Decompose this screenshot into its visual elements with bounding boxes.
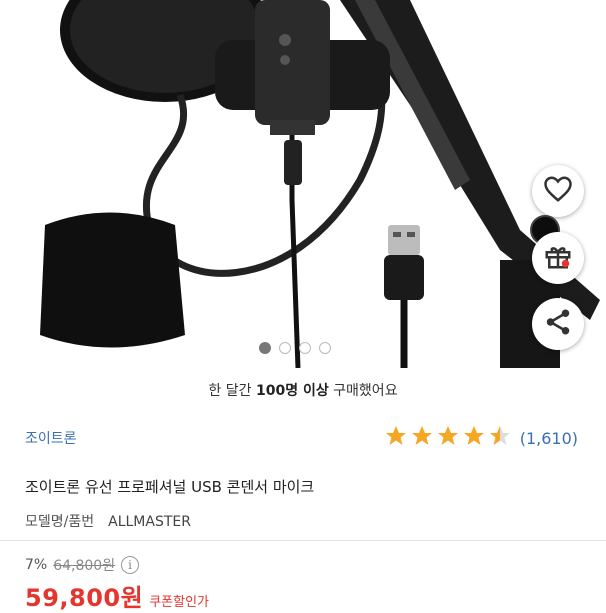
half-star-icon <box>488 424 512 452</box>
info-icon[interactable]: i <box>121 556 140 574</box>
wishlist-button[interactable] <box>532 165 584 217</box>
carousel-indicators <box>259 342 331 354</box>
share-icon <box>543 307 573 341</box>
rating-count[interactable]: (1,610) <box>520 429 578 448</box>
carousel-dot[interactable] <box>259 342 271 354</box>
purchase-note-suffix: 구매했어요 <box>328 383 398 399</box>
product-title: 조이트론 유선 프로페셔널 USB 콘덴서 마이크 <box>25 478 315 496</box>
purchase-note-highlight: 100명 이상 <box>255 383 329 399</box>
model-info: 모델명/품번 ALLMASTER <box>25 511 581 531</box>
carousel-dot[interactable] <box>279 342 291 354</box>
star-icon <box>436 424 460 452</box>
gift-icon <box>543 241 573 275</box>
purchase-note-prefix: 한 달간 <box>208 383 256 399</box>
purchase-count-note: 한 달간 100명 이상 구매했어요 <box>0 380 606 400</box>
microphone-illustration <box>40 0 600 368</box>
share-button[interactable] <box>532 298 584 350</box>
star-icon <box>384 424 408 452</box>
carousel-dot[interactable] <box>299 342 311 354</box>
star-icon <box>462 424 486 452</box>
product-image[interactable] <box>0 0 606 368</box>
original-price: 64,800원 <box>53 558 116 574</box>
divider <box>0 540 606 541</box>
price-row: 59,800원 쿠폰할인가 <box>25 578 581 613</box>
model-label: 모델명/품번 <box>25 514 95 530</box>
discount-rate: 7% <box>25 557 48 573</box>
carousel-dot[interactable] <box>319 342 331 354</box>
star-icon <box>410 424 434 452</box>
model-value: ALLMASTER <box>108 514 191 530</box>
gift-button[interactable] <box>532 232 584 284</box>
coupon-label: 쿠폰할인가 <box>149 595 210 610</box>
heart-icon <box>543 175 573 207</box>
rating[interactable]: (1,610) <box>384 424 578 452</box>
sale-price: 59,800원 <box>25 584 144 612</box>
discount-row: 7% 64,800원 i <box>25 555 581 575</box>
